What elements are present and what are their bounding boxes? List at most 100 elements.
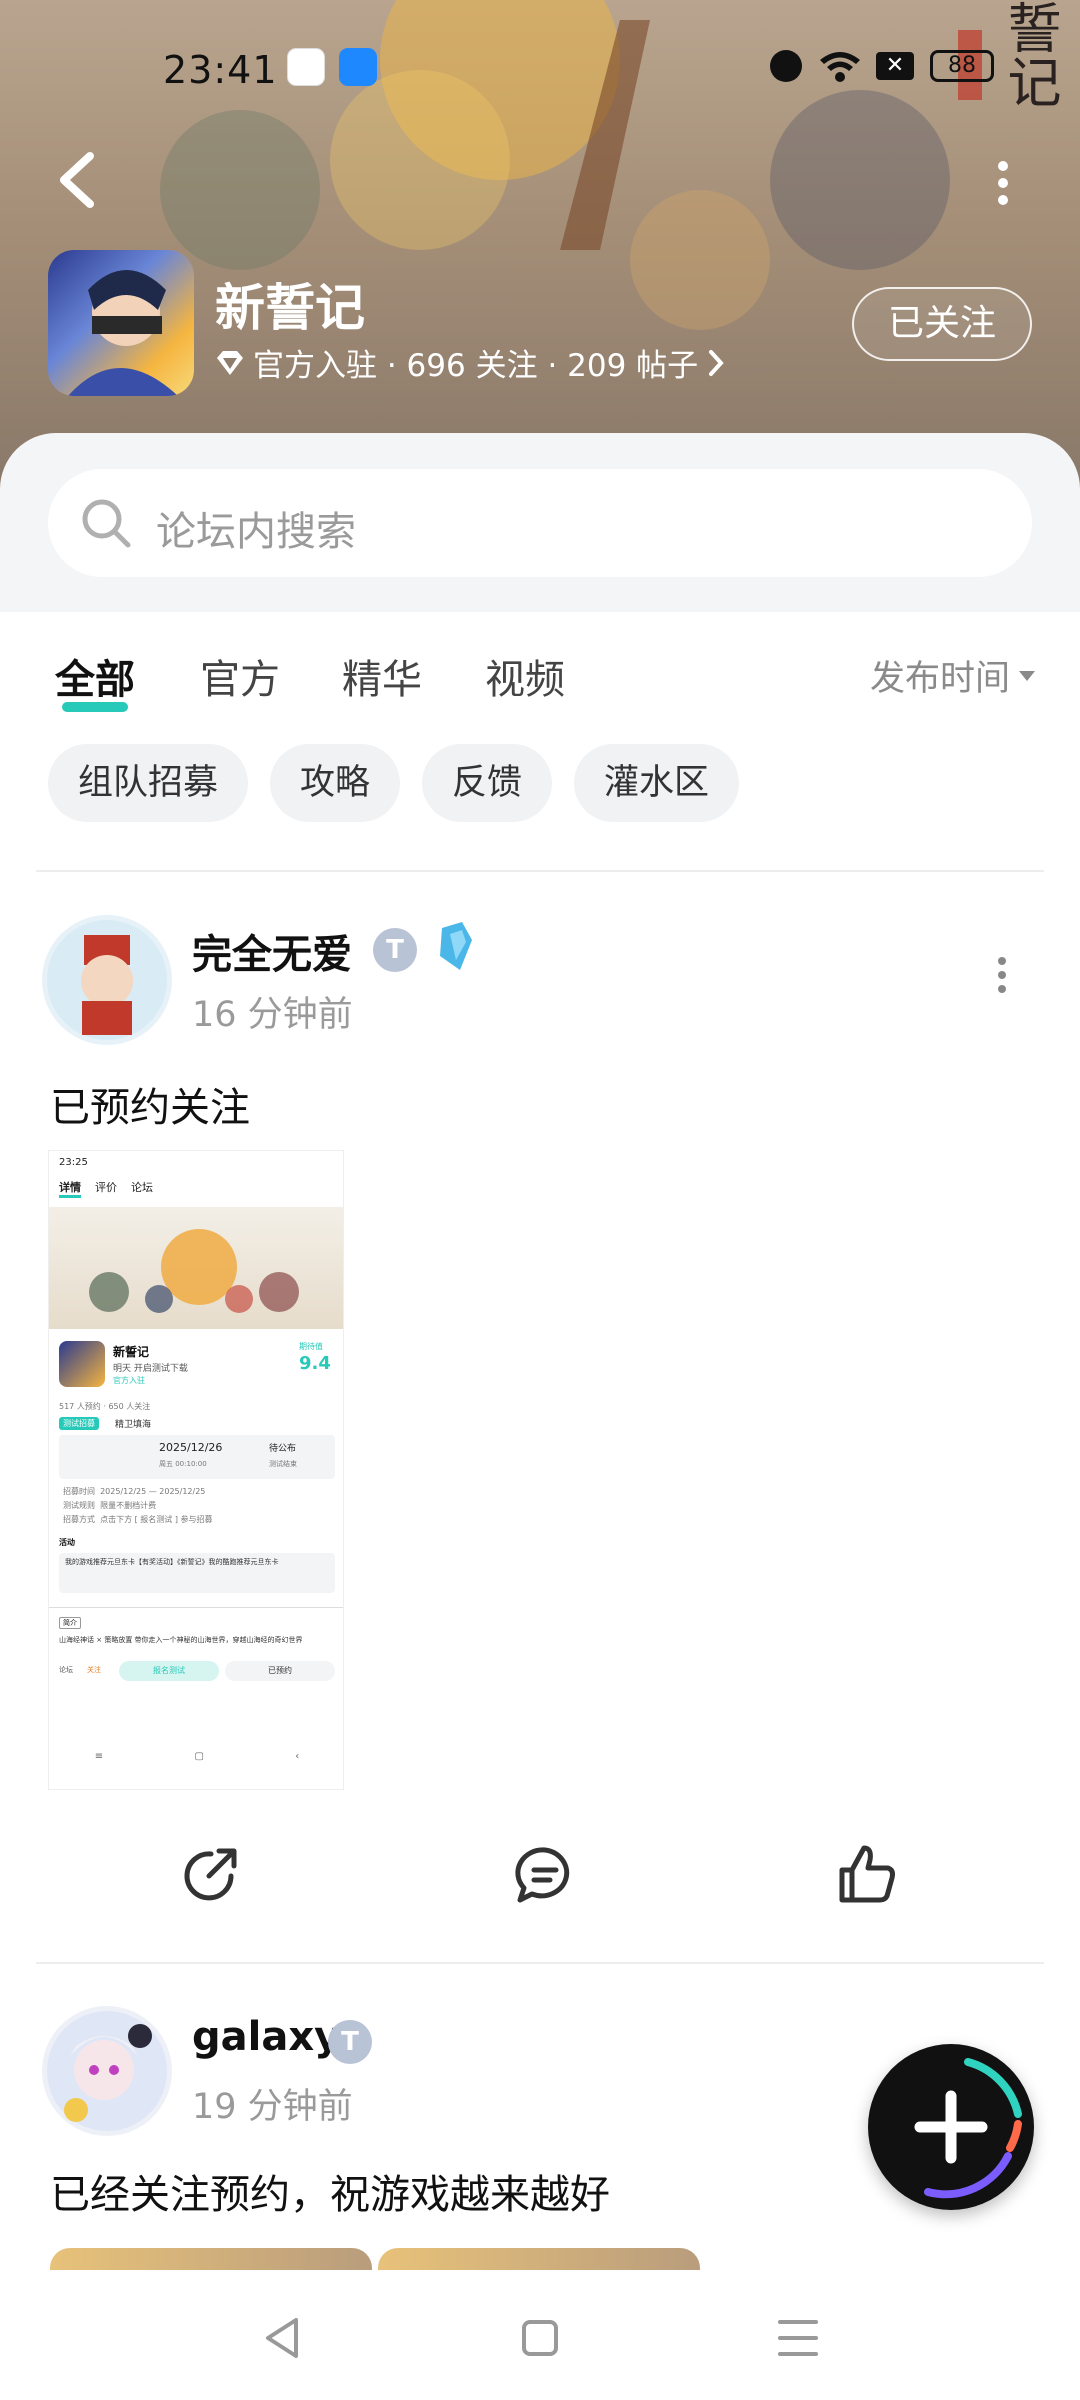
- game-title: 新誓记: [215, 279, 365, 337]
- post-image-strip[interactable]: [50, 2248, 700, 2270]
- shot-tab: 论坛: [131, 1181, 153, 1194]
- tab-all[interactable]: 全部: [55, 647, 135, 705]
- shot-navbar: ≡ ▢ ‹: [49, 1751, 343, 1771]
- chevron-right-icon: [709, 349, 724, 376]
- user-badge-icon: T: [373, 928, 417, 972]
- shot-row: 招募方式 点击下方 [ 报名测试 ] 参与招募: [63, 1513, 213, 1527]
- shot-pending: 待公布: [269, 1444, 297, 1454]
- tab-video[interactable]: 视频: [485, 647, 565, 705]
- shot-back-icon: ‹: [295, 1751, 300, 1762]
- post-image[interactable]: [50, 2248, 372, 2270]
- shot-tab: 详情: [59, 1179, 81, 1198]
- system-nav-bar: [0, 2270, 1080, 2400]
- chip-feedback[interactable]: 反馈: [422, 744, 553, 822]
- shot-home-icon: ▢: [194, 1751, 204, 1762]
- no-sim-icon: ✕: [876, 52, 914, 80]
- shot-score: 9.4: [299, 1353, 331, 1374]
- shot-row: 测试规则 限量不删档计费: [63, 1499, 213, 1513]
- sort-label: 发布时间: [870, 659, 1011, 699]
- shot-test-tag: 测试招募: [59, 1417, 99, 1430]
- more-vertical-icon[interactable]: [985, 158, 1021, 208]
- shot-btn-right: 已预约: [225, 1661, 335, 1681]
- post-text: 已预约关注: [50, 1085, 250, 1131]
- category-tabs: 全部 官方 精华 视频 发布时间: [0, 612, 1080, 742]
- post-actions: [0, 1840, 1080, 1930]
- divider: [36, 870, 1044, 872]
- caret-down-icon: [1019, 670, 1036, 681]
- shot-date-sub: 周五 00:10:00: [159, 1460, 207, 1468]
- game-meta-text: 官方入驻 · 696 关注 · 209 帖子: [253, 348, 699, 384]
- shot-row-val: 2025/12/25 — 2025/12/25: [100, 1487, 206, 1496]
- avatar[interactable]: [42, 2006, 172, 2136]
- shot-row-key: 招募时间: [63, 1487, 95, 1496]
- shot-rows: 招募时间 2025/12/25 — 2025/12/25 测试规则 限量不删档计…: [63, 1485, 213, 1527]
- status-time: 23:41: [163, 48, 278, 92]
- shot-row: 招募时间 2025/12/25 — 2025/12/25: [63, 1485, 213, 1499]
- shot-row-key: 测试规则: [63, 1501, 95, 1510]
- shot-game-name: 新誓记: [113, 1345, 150, 1359]
- alarm-icon: [770, 50, 802, 82]
- search-icon: [82, 499, 131, 548]
- shot-time: 23:25: [59, 1157, 88, 1168]
- post-username[interactable]: 完全无爱: [192, 922, 352, 980]
- sort-dropdown[interactable]: 发布时间: [870, 650, 1036, 701]
- shot-tab: 评价: [95, 1181, 117, 1194]
- thumbs-up-icon[interactable]: [832, 1840, 902, 1910]
- shot-btn-left: 报名测试: [119, 1661, 219, 1681]
- shot-bottom-mid: 关注: [87, 1666, 101, 1674]
- post-image[interactable]: 23:25 详情 评价 论坛 新誓记 明天 开启测试下载 官方入驻 期待值 9.…: [48, 1150, 344, 1790]
- follow-button[interactable]: 已关注: [852, 287, 1032, 361]
- post-time: 19 分钟前: [192, 2087, 353, 2127]
- status-bar: 23:41 ✕ 88: [0, 40, 1080, 100]
- chip-water[interactable]: 灌水区: [574, 744, 740, 822]
- plus-icon: [914, 2058, 1022, 2199]
- post-more-icon[interactable]: [992, 955, 1012, 995]
- shot-intro-text: 山海经神话 × 策略放置 带你走入一个神秘的山海世界，穿越山海经的奇幻世界: [59, 1636, 303, 1644]
- tab-active-indicator: [62, 702, 128, 712]
- crystal-badge-icon: [440, 922, 472, 970]
- user-badge-icon: T: [328, 2020, 372, 2064]
- chip-team-recruit[interactable]: 组队招募: [48, 744, 249, 822]
- comment-icon[interactable]: [510, 1840, 580, 1910]
- shot-game-icon: [59, 1341, 105, 1387]
- create-post-button[interactable]: [868, 2044, 1034, 2210]
- chevron-left-icon[interactable]: [52, 150, 102, 210]
- shot-score-label: 期待值: [299, 1342, 323, 1351]
- home-square-icon[interactable]: [510, 2308, 570, 2368]
- back-triangle-icon[interactable]: [252, 2308, 312, 2368]
- shot-activity-label: 活动: [59, 1538, 75, 1547]
- shot-divider: [49, 1607, 343, 1608]
- diamond-icon: [217, 350, 243, 375]
- shot-stats: 517 人预约 · 650 人关注: [59, 1402, 151, 1411]
- notification-app-icon: [287, 48, 325, 86]
- shot-row-val: 点击下方 [ 报名测试 ] 参与招募: [100, 1515, 213, 1524]
- post-image[interactable]: [378, 2248, 700, 2270]
- tab-official[interactable]: 官方: [200, 647, 280, 705]
- shot-bottom-left: 论坛: [59, 1666, 73, 1674]
- share-icon[interactable]: [175, 1840, 245, 1910]
- game-meta[interactable]: 官方入驻 · 696 关注 · 209 帖子: [215, 340, 726, 385]
- game-icon[interactable]: [48, 250, 194, 396]
- avatar[interactable]: [42, 915, 172, 1045]
- shot-tabs: 详情 评价 论坛: [59, 1179, 153, 1198]
- shot-date-box: 2025/12/26 周五 00:10:00 待公布 测试结束: [59, 1435, 335, 1479]
- search-placeholder: 论坛内搜索: [156, 509, 356, 555]
- shot-row-key: 招募方式: [63, 1515, 95, 1524]
- shot-test-name: 精卫填海: [115, 1420, 152, 1430]
- tab-featured[interactable]: 精华: [342, 647, 422, 705]
- post-username[interactable]: galaxy: [192, 2014, 340, 2060]
- shot-activity-text: 我的游戏推荐元旦东卡【有奖活动】《新誓记》我的酷跑推荐元旦东卡: [59, 1553, 335, 1593]
- battery-indicator: 88: [930, 50, 994, 82]
- shot-menu-icon: ≡: [94, 1751, 104, 1762]
- menu-lines-icon[interactable]: [768, 2308, 828, 2368]
- divider: [36, 1962, 1044, 1964]
- chip-guides[interactable]: 攻略: [270, 744, 401, 822]
- shot-row-val: 限量不删档计费: [100, 1501, 157, 1510]
- shot-banner: [49, 1207, 343, 1329]
- shot-game-sub: 明天 开启测试下载: [113, 1364, 188, 1374]
- notification-cloud-icon: [339, 48, 377, 86]
- search-input[interactable]: 论坛内搜索: [48, 469, 1032, 577]
- search-section: 论坛内搜索: [0, 433, 1080, 613]
- post-text: 已经关注预约，祝游戏越来越好: [50, 2172, 610, 2218]
- post-time: 16 分钟前: [192, 995, 353, 1035]
